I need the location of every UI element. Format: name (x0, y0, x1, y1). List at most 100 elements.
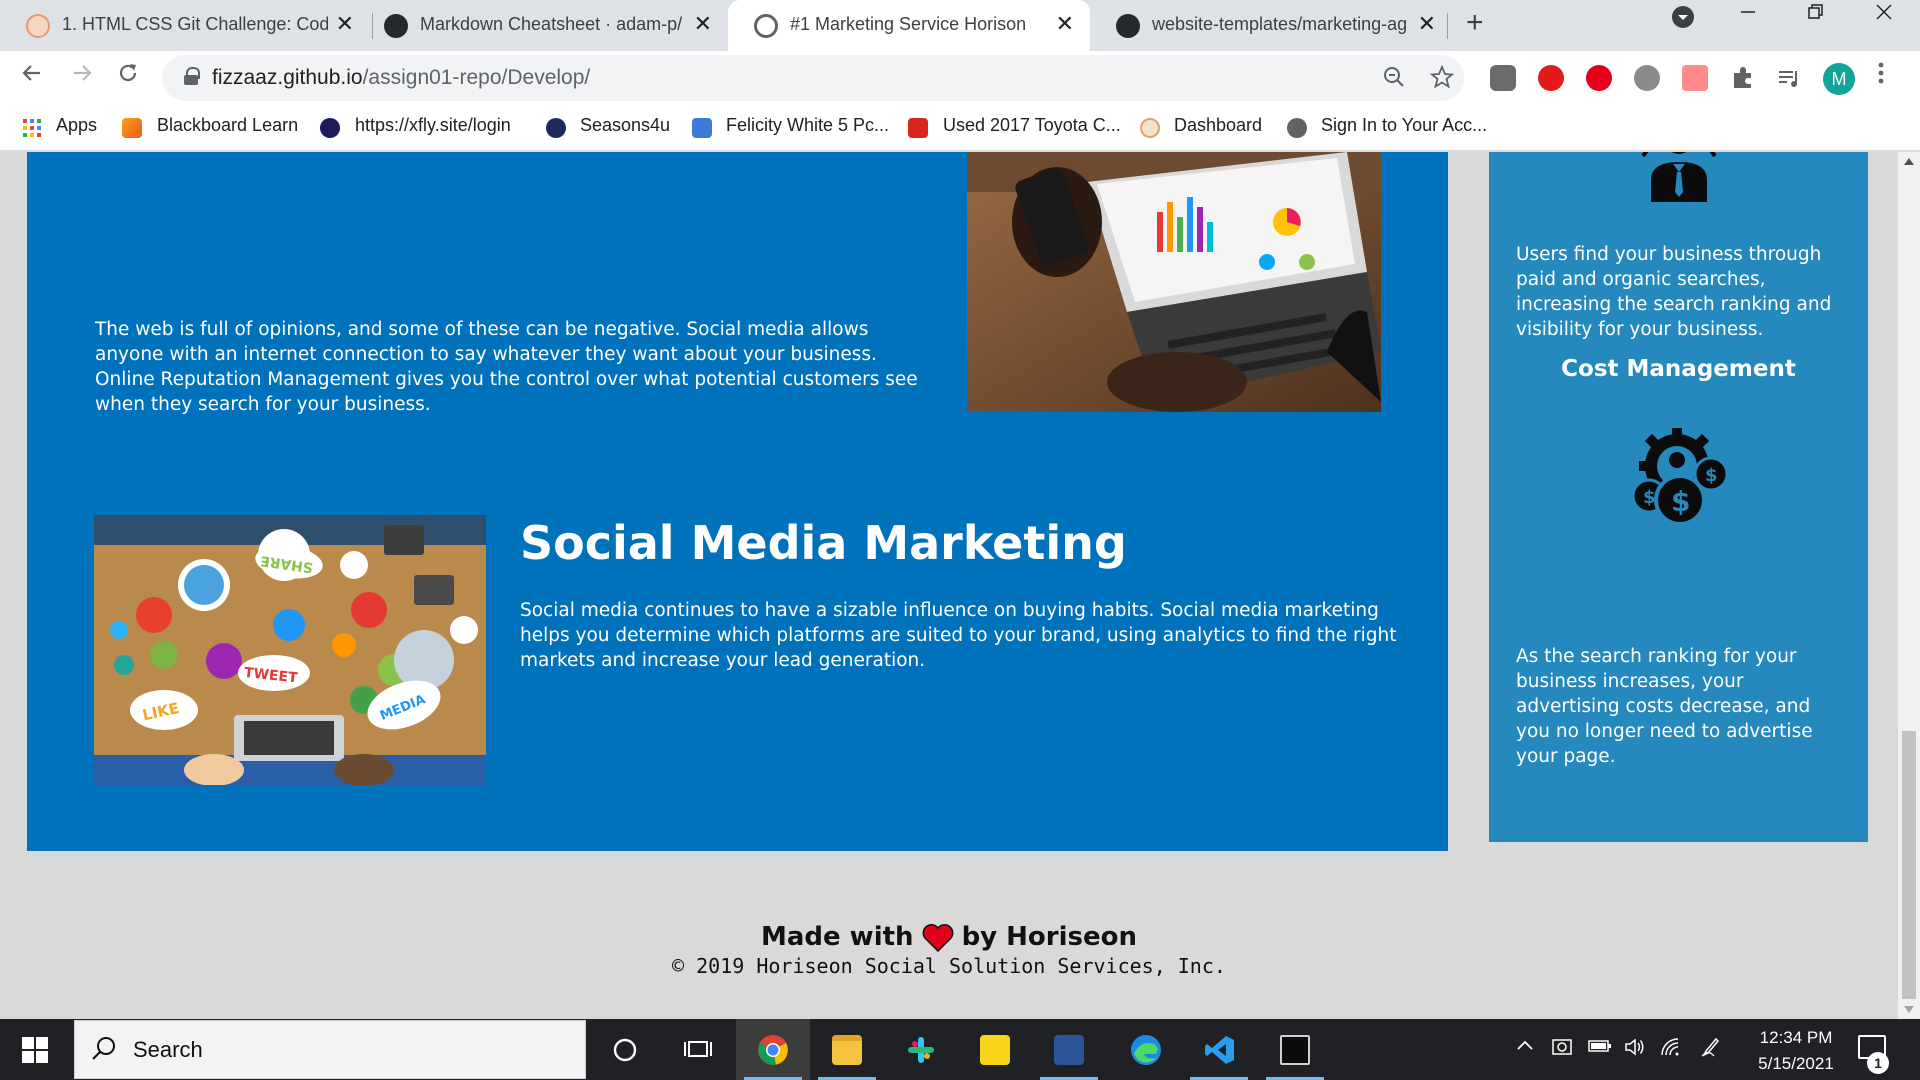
page-scrollbar[interactable] (1898, 152, 1920, 1019)
windows-taskbar: Search 12:34 PM 5/15/2021 1 (0, 1019, 1920, 1080)
blackboard-icon (122, 118, 142, 138)
taskbar-search-box[interactable]: Search (74, 1020, 586, 1079)
extension-hand-icon[interactable] (1586, 65, 1612, 91)
close-tab-icon[interactable]: ✕ (694, 11, 712, 37)
scrollbar-thumb[interactable] (1902, 731, 1916, 999)
extension-circle-icon[interactable] (1634, 65, 1660, 91)
bookmark-xfly[interactable]: https://xfly.site/login (355, 115, 511, 136)
new-tab-button[interactable]: + (1466, 6, 1484, 40)
extensions-puzzle-icon[interactable] (1730, 65, 1756, 91)
back-icon[interactable] (20, 61, 44, 92)
extension-reader-icon[interactable] (1490, 65, 1516, 91)
heart-icon (922, 923, 953, 952)
chrome-icon (758, 1035, 788, 1065)
clock-time: 12:34 PM (1759, 1028, 1833, 1047)
social-media-text: Social media continues to have a sizable… (520, 600, 1397, 671)
taskbar-terminal[interactable] (1258, 1019, 1332, 1080)
tab-separator (1447, 13, 1448, 39)
github-icon (384, 14, 408, 38)
scroll-down-arrow-icon[interactable] (1904, 1006, 1914, 1013)
taskbar-search-placeholder: Search (133, 1037, 203, 1062)
page-viewport: The web is full of opinions, and some of… (0, 152, 1898, 1019)
taskbar-clock[interactable]: 12:34 PM 5/15/2021 (1746, 1025, 1846, 1077)
browser-toolbar: fizzaaz.github.io/assign01-repo/Develop/… (0, 51, 1920, 105)
lead-generation-icon (1639, 152, 1719, 206)
bookmark-seasons4u[interactable]: Seasons4u (580, 115, 670, 136)
taskbar-file-explorer[interactable] (810, 1019, 884, 1080)
slack-icon (908, 1037, 934, 1063)
autotrader-icon (908, 118, 928, 138)
cost-management-heading: Cost Management (1561, 356, 1796, 382)
media-queue-icon[interactable] (1776, 65, 1802, 91)
task-view-button[interactable] (660, 1019, 734, 1080)
bookmark-dashboard[interactable]: Dashboard (1174, 115, 1262, 136)
social-media-heading: Social Media Marketing (520, 516, 1127, 570)
cost-management-icon: $ $ $ (1625, 422, 1735, 536)
bookmark-blackboard[interactable]: Blackboard Learn (157, 115, 298, 136)
bookmark-toyota[interactable]: Used 2017 Toyota C... (943, 115, 1121, 136)
tab-website-templates[interactable]: website-templates/marketing-ag ✕ (1090, 0, 1452, 51)
tab-title: #1 Marketing Service Horison (790, 14, 1027, 34)
taskbar-vscode[interactable] (1182, 1019, 1256, 1080)
globe-icon (1287, 118, 1307, 138)
browser-menu-icon[interactable] (1878, 61, 1884, 92)
tab-title: Markdown Cheatsheet · adam-p/ (420, 14, 683, 34)
tab-search-icon[interactable] (1670, 4, 1696, 36)
taskbar-chrome[interactable] (736, 1019, 810, 1080)
close-tab-icon[interactable]: ✕ (1056, 11, 1074, 37)
url-path: /assign01-repo/Develop/ (362, 66, 591, 89)
footer-made-before: Made with (760, 922, 914, 952)
wifi-icon[interactable] (1660, 1037, 1682, 1063)
bookmark-apps[interactable]: Apps (56, 115, 97, 136)
close-window-icon[interactable] (1874, 2, 1894, 28)
taskbar-slack[interactable] (884, 1019, 958, 1080)
forward-icon[interactable] (70, 61, 94, 92)
scroll-up-arrow-icon[interactable] (1904, 158, 1914, 165)
tab-title: 1. HTML CSS Git Challenge: Code (62, 14, 328, 34)
bookmark-felicity[interactable]: Felicity White 5 Pc... (726, 115, 889, 136)
show-hidden-icons-chevron-icon[interactable] (1516, 1037, 1534, 1061)
battery-icon[interactable] (1588, 1037, 1612, 1061)
svg-text:$: $ (1705, 465, 1718, 486)
dashboard-icon (1140, 118, 1160, 138)
url-text[interactable]: fizzaaz.github.io/assign01-repo/Develop/ (212, 66, 590, 90)
lead-generation-text: Users find your business through paid an… (1516, 244, 1832, 340)
adblock-plus-icon[interactable] (1538, 65, 1564, 91)
taskbar-edge[interactable] (1108, 1019, 1182, 1080)
close-tab-icon[interactable]: ✕ (336, 11, 354, 37)
sticky-notes-icon (980, 1035, 1010, 1065)
bookmarks-bar: Apps Blackboard Learn https://xfly.site/… (0, 105, 1920, 151)
taskbar-word[interactable] (1032, 1019, 1106, 1080)
social-media-image: SHARE TWEET LIKE MEDIA (94, 515, 486, 785)
tab-html-css-git[interactable]: 1. HTML CSS Git Challenge: Code ✕ (0, 0, 370, 51)
github-icon (1116, 14, 1140, 38)
taskbar-sticky-notes[interactable] (958, 1019, 1032, 1080)
benefits-aside: Users find your business through paid an… (1489, 152, 1868, 842)
url-host: fizzaaz.github.io (212, 66, 363, 89)
pen-icon[interactable] (1700, 1037, 1722, 1063)
cortana-button[interactable] (586, 1019, 660, 1080)
windows-start-icon[interactable] (22, 1037, 48, 1063)
minimize-icon[interactable] (1738, 2, 1758, 28)
zoom-icon[interactable] (1382, 65, 1406, 95)
address-bar[interactable]: fizzaaz.github.io/assign01-repo/Develop/ (162, 55, 1464, 101)
store-icon (692, 118, 712, 138)
reputation-laptop-image (967, 152, 1381, 412)
seasons4u-icon (546, 118, 566, 138)
bookmark-sign-in[interactable]: Sign In to Your Acc... (1321, 115, 1487, 136)
restore-icon[interactable] (1806, 2, 1826, 28)
close-tab-icon[interactable]: ✕ (1418, 11, 1436, 37)
search-icon (91, 1035, 117, 1068)
tab-marketing-service[interactable]: #1 Marketing Service Horison ✕ (728, 0, 1090, 51)
bookmark-star-icon[interactable] (1429, 64, 1455, 95)
extension-arrow-icon[interactable] (1682, 65, 1708, 91)
terminal-icon (1280, 1035, 1310, 1065)
security-tray-icon[interactable] (1552, 1037, 1574, 1063)
profile-avatar[interactable]: M (1823, 63, 1855, 95)
cost-management-text: As the search ranking for your business … (1516, 646, 1813, 767)
edge-icon (1131, 1035, 1161, 1065)
tab-markdown-cheatsheet[interactable]: Markdown Cheatsheet · adam-p/ ✕ (358, 0, 728, 51)
reload-icon[interactable] (116, 61, 140, 92)
volume-icon[interactable] (1624, 1037, 1646, 1063)
lock-icon (184, 67, 200, 85)
